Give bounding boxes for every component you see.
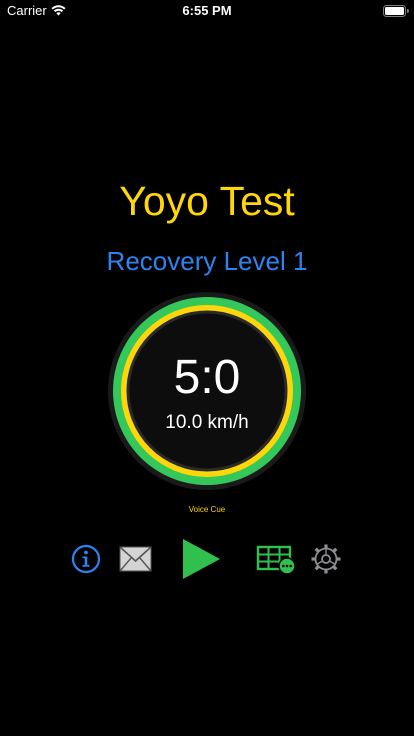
- play-button[interactable]: [180, 537, 222, 581]
- info-button[interactable]: [71, 544, 101, 574]
- info-icon: [71, 544, 101, 574]
- table-icon: [256, 545, 296, 575]
- timer-speed: 10.0 km/h: [165, 412, 249, 433]
- battery-icon: [383, 5, 409, 17]
- envelope-icon: [119, 546, 152, 572]
- timer-time: 5:0: [173, 351, 241, 404]
- settings-button[interactable]: [310, 543, 342, 575]
- gear-icon: [311, 544, 341, 574]
- page-title: Yoyo Test: [119, 178, 295, 224]
- status-bar: Carrier 6:55 PM: [0, 0, 414, 22]
- voice-cue-label[interactable]: Voice Cue: [0, 505, 414, 514]
- mail-button[interactable]: [119, 546, 152, 572]
- play-icon: [183, 539, 220, 579]
- status-time: 6:55 PM: [182, 3, 232, 18]
- level-label: Recovery Level 1: [106, 246, 308, 276]
- schedule-button[interactable]: [256, 545, 296, 575]
